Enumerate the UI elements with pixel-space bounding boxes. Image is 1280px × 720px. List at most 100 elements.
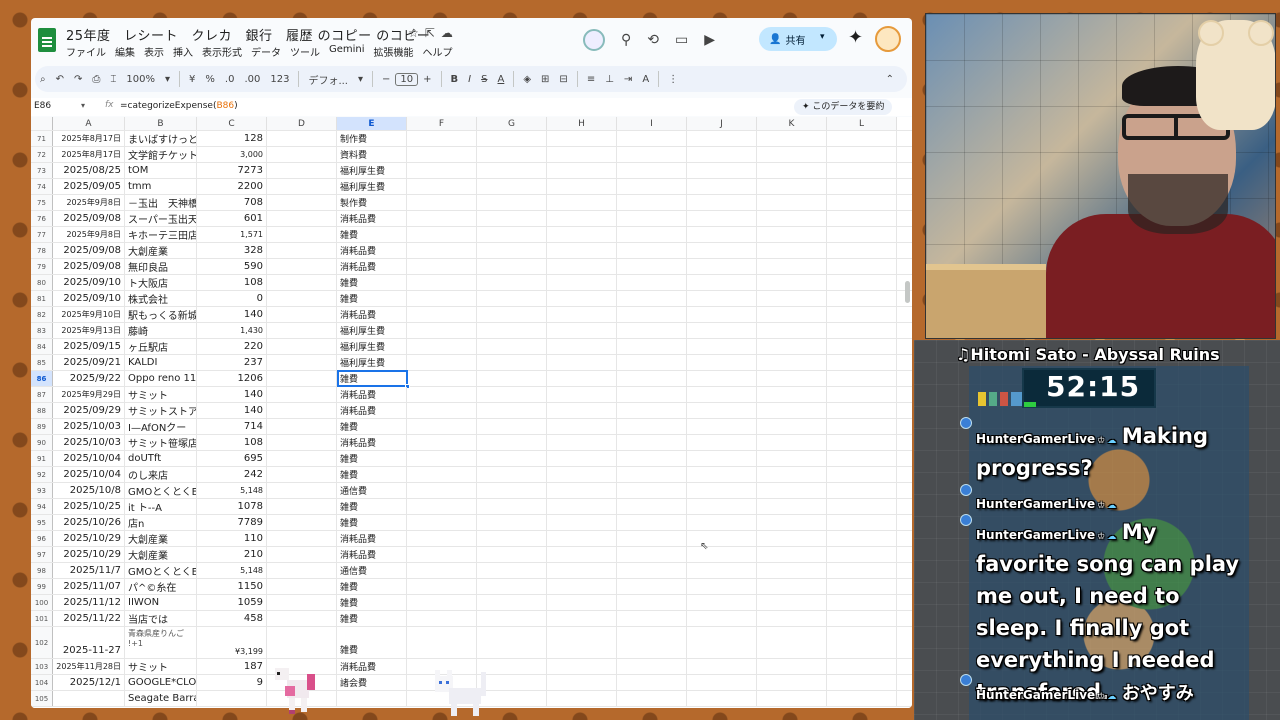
vendor-cell[interactable]: サミット — [125, 387, 197, 402]
empty-cells[interactable] — [407, 291, 912, 306]
fill-color-icon[interactable]: ◈ — [518, 74, 536, 85]
row-header[interactable]: 79 — [31, 259, 53, 274]
row-header[interactable]: 98 — [31, 563, 53, 578]
amount-cell[interactable]: 108 — [197, 435, 267, 450]
increase-decimal-button[interactable]: .00 — [239, 74, 265, 85]
menu-format[interactable]: 表示形式 — [202, 44, 242, 59]
date-cell[interactable] — [53, 691, 125, 706]
category-cell[interactable]: 雑費 — [337, 291, 407, 306]
date-cell[interactable]: 2025/9/22 — [53, 371, 125, 386]
menu-edit[interactable]: 編集 — [115, 44, 135, 59]
date-cell[interactable]: 2025/10/25 — [53, 499, 125, 514]
row-header[interactable]: 96 — [31, 531, 53, 546]
meet-icon[interactable]: ▶ — [704, 32, 715, 48]
empty-cells[interactable] — [407, 131, 912, 146]
empty-cell[interactable] — [267, 163, 337, 178]
empty-cells[interactable] — [407, 259, 912, 274]
empty-cells[interactable] — [407, 595, 912, 610]
percent-button[interactable]: % — [200, 74, 220, 85]
row-header[interactable]: 80 — [31, 275, 53, 290]
category-cell[interactable]: 雑費 — [337, 275, 407, 290]
empty-cell[interactable] — [267, 307, 337, 322]
amount-cell[interactable]: 1078 — [197, 499, 267, 514]
vendor-cell[interactable]: 当店では — [125, 611, 197, 626]
empty-cell[interactable] — [267, 627, 337, 658]
empty-cell[interactable] — [267, 339, 337, 354]
vendor-cell[interactable]: まいばすけっと — [125, 131, 197, 146]
summarize-button[interactable]: ✦ このデータを要約 — [794, 99, 893, 115]
amount-cell[interactable]: 242 — [197, 467, 267, 482]
date-cell[interactable]: 2025/10/29 — [53, 531, 125, 546]
menu-view[interactable]: 表示 — [144, 44, 164, 59]
row-header[interactable]: 99 — [31, 579, 53, 594]
currency-button[interactable]: ¥ — [184, 74, 200, 85]
row-header[interactable]: 94 — [31, 499, 53, 514]
category-cell[interactable]: 消耗品費 — [337, 211, 407, 226]
font-select[interactable]: デフォ... — [303, 72, 353, 87]
category-cell[interactable]: 福利厚生費 — [337, 163, 407, 178]
date-cell[interactable]: 2025/10/8 — [53, 483, 125, 498]
date-cell[interactable]: 2025年9月8日 — [53, 227, 125, 242]
category-cell[interactable]: 雑費 — [337, 467, 407, 482]
move-icon[interactable]: ⇱ — [425, 26, 441, 40]
star-icon[interactable]: ☆ — [408, 26, 425, 40]
share-button[interactable]: 👤 共有 — [759, 27, 837, 51]
gemini-avatar-icon[interactable] — [583, 29, 605, 51]
row-header[interactable]: 91 — [31, 451, 53, 466]
amount-cell[interactable]: 210 — [197, 547, 267, 562]
vendor-cell[interactable]: スーパー玉出天 — [125, 211, 197, 226]
empty-cell[interactable] — [267, 355, 337, 370]
row-header[interactable]: 89 — [31, 419, 53, 434]
category-cell[interactable]: 雑費 — [337, 227, 407, 242]
amount-cell[interactable]: 1,571 — [197, 227, 267, 242]
category-cell[interactable]: 雑費 — [337, 419, 407, 434]
empty-cell[interactable] — [267, 547, 337, 562]
amount-cell[interactable]: 708 — [197, 195, 267, 210]
date-cell[interactable]: 2025/10/04 — [53, 451, 125, 466]
empty-cells[interactable] — [407, 435, 912, 450]
vendor-cell[interactable]: 大創産業 — [125, 531, 197, 546]
category-cell[interactable]: 雑費 — [337, 611, 407, 626]
row-header[interactable]: 84 — [31, 339, 53, 354]
empty-cells[interactable] — [407, 339, 912, 354]
collapse-menu-icon[interactable]: ⌃ — [881, 74, 899, 85]
vendor-cell[interactable]: 駅もっくる新城 — [125, 307, 197, 322]
amount-cell[interactable]: 2200 — [197, 179, 267, 194]
font-size-input[interactable]: 10 — [395, 72, 419, 86]
empty-cell[interactable] — [267, 451, 337, 466]
vendor-cell[interactable]: パ^©糸在 — [125, 579, 197, 594]
category-cell[interactable]: 消耗品費 — [337, 659, 407, 674]
zoom-select[interactable]: 100% — [121, 74, 160, 85]
date-cell[interactable]: 2025/11/22 — [53, 611, 125, 626]
category-cell[interactable]: 諸会費 — [337, 675, 407, 690]
category-cell[interactable]: 雑費 — [337, 627, 407, 658]
row-header[interactable]: 76 — [31, 211, 53, 226]
empty-cells[interactable] — [407, 579, 912, 594]
category-cell[interactable]: 消耗品費 — [337, 307, 407, 322]
vendor-cell[interactable]: －玉出 天神橋 — [125, 195, 197, 210]
vendor-cell[interactable]: サミット笹塚店 — [125, 435, 197, 450]
vendor-cell[interactable]: 青森県産りんご !+1 — [125, 627, 197, 658]
chevron-down-icon[interactable]: ▾ — [353, 74, 368, 85]
vendor-cell[interactable]: ヶ丘駅店 — [125, 339, 197, 354]
history-icon[interactable]: ⟲ — [647, 32, 659, 48]
amount-cell[interactable]: 187 — [197, 659, 267, 674]
row-header[interactable]: 82 — [31, 307, 53, 322]
font-size-decrease-button[interactable]: − — [377, 74, 395, 85]
vendor-cell[interactable]: Seagate BarraCu — [125, 691, 197, 706]
empty-cell[interactable] — [267, 243, 337, 258]
vendor-cell[interactable]: IIWON — [125, 595, 197, 610]
empty-cell[interactable] — [267, 499, 337, 514]
vendor-cell[interactable]: のし来店 — [125, 467, 197, 482]
undo-icon[interactable]: ↶ — [51, 74, 69, 85]
empty-cell[interactable] — [267, 403, 337, 418]
vendor-cell[interactable]: tmm — [125, 179, 197, 194]
amount-cell[interactable]: 7789 — [197, 515, 267, 530]
vendor-cell[interactable]: tOM — [125, 163, 197, 178]
borders-icon[interactable]: ⊞ — [536, 74, 554, 85]
vendor-cell[interactable]: KALDI — [125, 355, 197, 370]
category-cell[interactable]: 雑費 — [337, 515, 407, 530]
amount-cell[interactable]: 5,148 — [197, 483, 267, 498]
empty-cells[interactable] — [407, 275, 912, 290]
row-header[interactable]: 95 — [31, 515, 53, 530]
